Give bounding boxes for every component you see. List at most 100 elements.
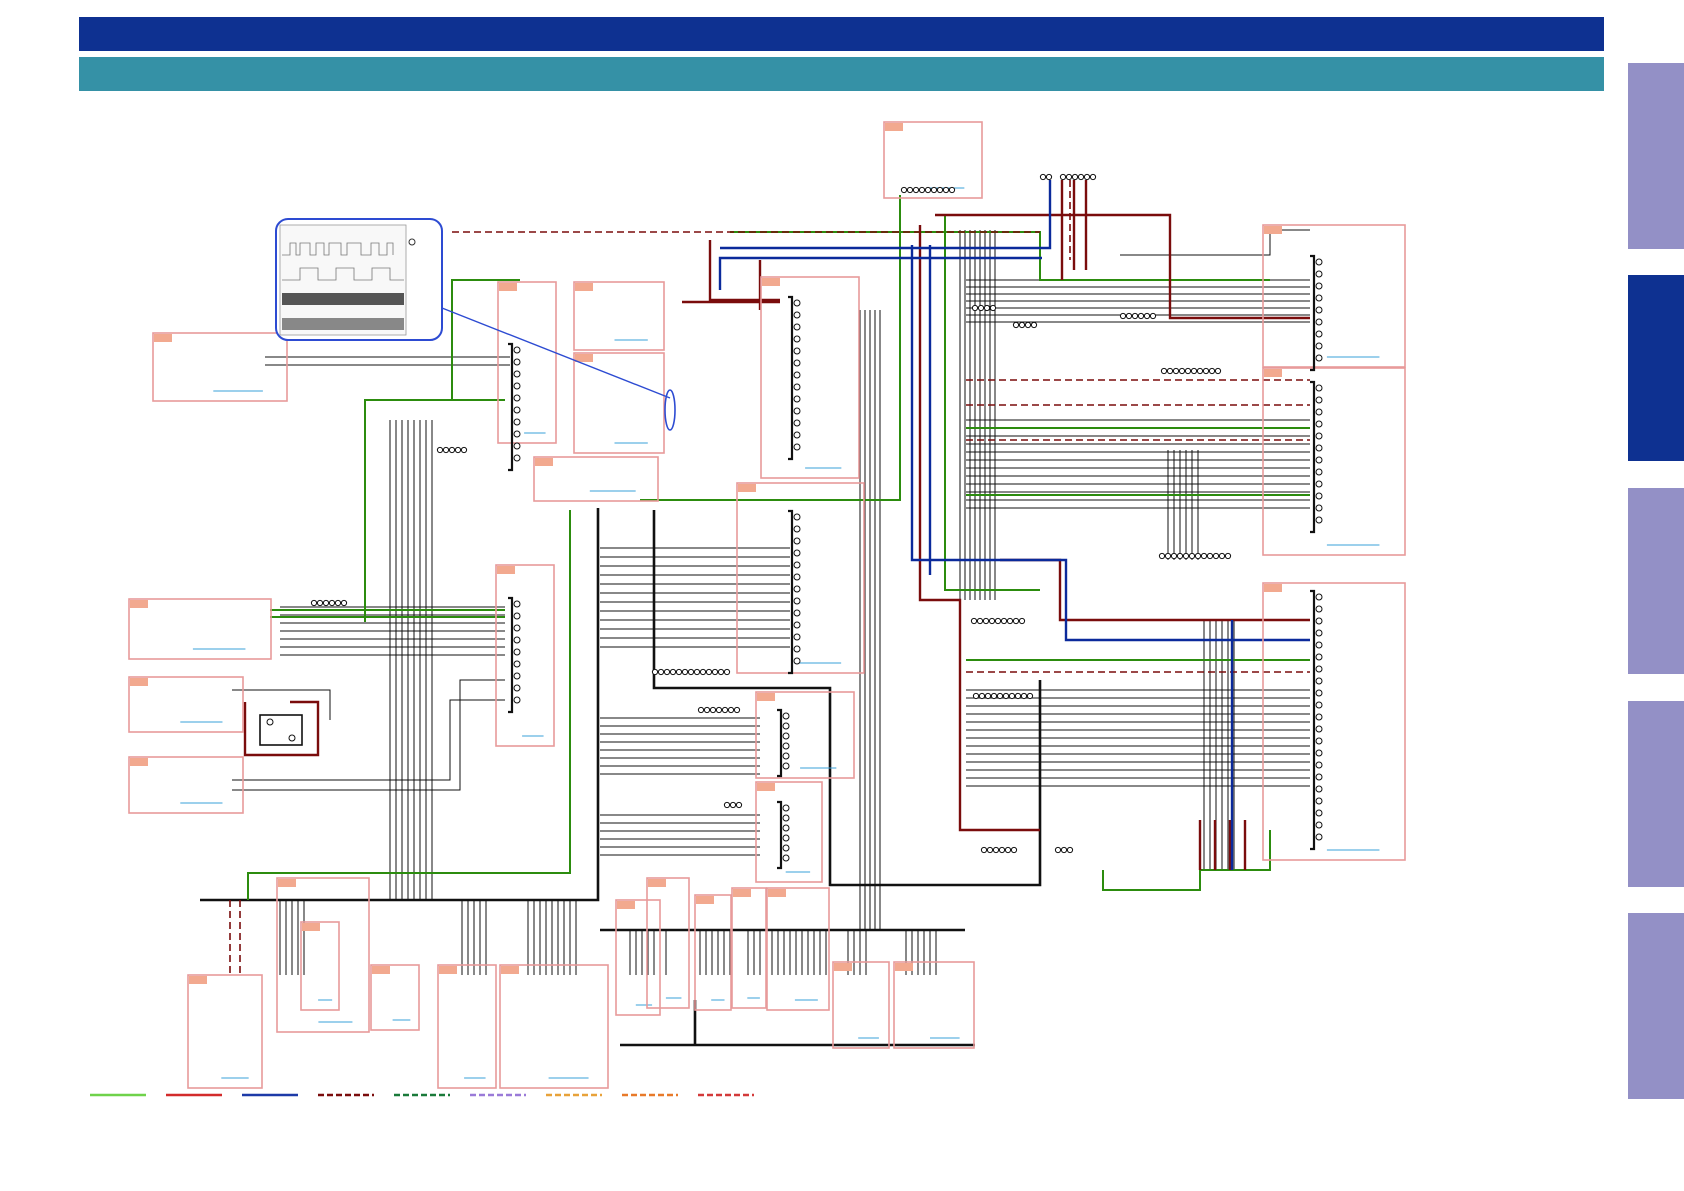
signal-wire (232, 699, 505, 781)
pin (912, 186, 920, 194)
connector-pin (793, 443, 801, 451)
connector-pin (782, 742, 790, 750)
pin (1212, 552, 1220, 560)
connector-pin (793, 431, 801, 439)
pin (906, 186, 914, 194)
connector-pin (793, 395, 801, 403)
connector-pin (1315, 833, 1323, 841)
pin (1030, 321, 1038, 329)
pin (448, 446, 456, 454)
connector-pin (1315, 725, 1323, 733)
component-block (1262, 224, 1406, 368)
pin-row (1119, 312, 1157, 320)
connector-pin (1315, 605, 1323, 613)
wiring-diagram (90, 121, 1406, 1097)
callout-marker (664, 389, 676, 431)
pin (454, 446, 462, 454)
connector (508, 596, 521, 714)
connector (777, 708, 790, 778)
pin (1000, 617, 1008, 625)
pin-row (1054, 846, 1074, 854)
pin (735, 801, 743, 809)
pin (715, 706, 723, 714)
pin (971, 304, 979, 312)
pin-row (651, 668, 731, 676)
pin (982, 617, 990, 625)
connector (1310, 254, 1323, 372)
connector-pin (513, 382, 521, 390)
component-block-header (617, 901, 635, 909)
connector-pin (793, 323, 801, 331)
connector-pin (793, 407, 801, 415)
pin-row (900, 186, 956, 194)
connector-pin (793, 573, 801, 581)
component-block-header (497, 566, 515, 574)
pin (1166, 367, 1174, 375)
pin (924, 186, 932, 194)
component-block (755, 691, 855, 779)
pin (657, 668, 665, 676)
component-block-header (768, 889, 786, 897)
pin (1137, 312, 1145, 320)
pin (1002, 692, 1010, 700)
pin (1214, 367, 1222, 375)
pin (322, 599, 330, 607)
pin (1089, 173, 1097, 181)
connector-pin (1315, 665, 1323, 673)
connector-pin (513, 346, 521, 354)
pin (436, 446, 444, 454)
connector-pin (1315, 456, 1323, 464)
component-block-header (535, 458, 553, 466)
ground-wire (944, 215, 1040, 591)
pin (1054, 846, 1062, 854)
connector-pin (513, 430, 521, 438)
pin (1071, 173, 1079, 181)
pin (984, 692, 992, 700)
pin (669, 668, 677, 676)
pin (697, 706, 705, 714)
pin (972, 692, 980, 700)
pin (460, 446, 468, 454)
pin-row (723, 801, 743, 809)
connector-pin (1315, 492, 1323, 500)
pin (1018, 321, 1026, 329)
component-block-header (130, 678, 148, 686)
pin-row (1039, 173, 1053, 181)
pin (705, 668, 713, 676)
connector-pin (513, 442, 521, 450)
connector-pin (513, 648, 521, 656)
pin (970, 617, 978, 625)
component-block (1262, 367, 1406, 556)
connector-pin (513, 636, 521, 644)
component-block-header (372, 966, 390, 974)
connector-pin (793, 335, 801, 343)
pin (334, 599, 342, 607)
connector (788, 509, 801, 675)
connector-bracket (1310, 589, 1316, 851)
pin (918, 186, 926, 194)
pin (1194, 552, 1202, 560)
connector-pin (782, 752, 790, 760)
pin (733, 706, 741, 714)
component-block-header (648, 879, 666, 887)
pin (1206, 552, 1214, 560)
connector-pin (1315, 330, 1323, 338)
pin (900, 186, 908, 194)
pin (1190, 367, 1198, 375)
scope-trace-4 (282, 318, 404, 330)
pin (687, 668, 695, 676)
connector-pin (1315, 468, 1323, 476)
connector-pin (513, 672, 521, 680)
power-wire (243, 700, 320, 757)
pin (1172, 367, 1180, 375)
scope-callout (275, 218, 676, 431)
pin (1160, 367, 1168, 375)
pin (1004, 846, 1012, 854)
connector-pin (793, 359, 801, 367)
pin (1010, 846, 1018, 854)
connector-pin (1315, 270, 1323, 278)
connector-pin (793, 645, 801, 653)
connector-pin (782, 814, 790, 822)
pin (340, 599, 348, 607)
pin (1224, 552, 1232, 560)
